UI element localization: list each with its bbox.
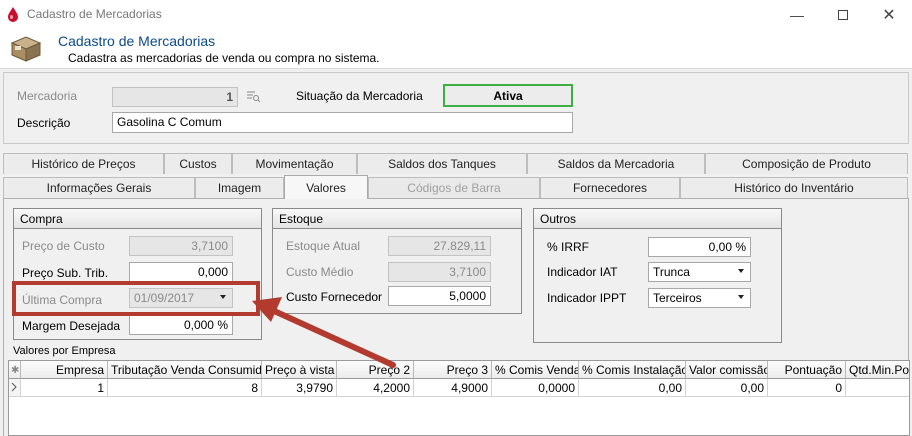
cell-preco-vista[interactable]: 3,9790	[262, 379, 337, 397]
svg-text:✱: ✱	[11, 365, 19, 376]
tab-codigos-barra[interactable]: Códigos de Barra	[368, 177, 540, 198]
cell-qtd-min[interactable]	[846, 379, 909, 397]
preco-custo-field: 3,7100	[129, 236, 233, 256]
box-icon	[10, 36, 42, 62]
tab-saldos-tanques[interactable]: Saldos dos Tanques	[357, 153, 527, 174]
col-comis-venda[interactable]: % Comis Venda	[492, 361, 579, 379]
page-subtitle: Cadastra as mercadorias de venda ou comp…	[68, 51, 380, 65]
col-preco-2[interactable]: Preço 2	[337, 361, 414, 379]
preco-sub-trib-label: Preço Sub. Trib.	[22, 266, 109, 280]
indicador-ippt-select[interactable]: Terceiros	[648, 288, 751, 308]
custo-fornecedor-label: Custo Fornecedor	[286, 290, 383, 304]
window-title: Cadastro de Mercadorias	[27, 7, 162, 21]
page-title: Cadastro de Mercadorias	[58, 33, 216, 49]
valores-empresa-title: Valores por Empresa	[13, 345, 116, 357]
mercadoria-code-field: 1	[112, 87, 238, 107]
tab-imagem[interactable]: Imagem	[195, 177, 284, 198]
cell-pontuacao[interactable]: 0	[768, 379, 846, 397]
descricao-input[interactable]: Gasolina C Comum	[112, 112, 573, 133]
situacao-status-button[interactable]: Ativa	[443, 84, 573, 107]
minimize-icon[interactable]: —	[774, 0, 820, 29]
window-titlebar: Cadastro de Mercadorias — ✕	[0, 0, 912, 29]
custo-medio-field: 3,7100	[388, 262, 491, 282]
col-valor-comissao[interactable]: Valor comissão	[686, 361, 768, 379]
tab-movimentacao[interactable]: Movimentação	[232, 153, 357, 174]
margem-desejada-input[interactable]: 0,000 %	[129, 315, 233, 335]
irrf-label: % IRRF	[547, 240, 589, 254]
cell-preco-3[interactable]: 4,9000	[414, 379, 492, 397]
col-preco-vista[interactable]: Preço à vista	[262, 361, 337, 379]
margem-desejada-label: Margem Desejada	[22, 319, 121, 333]
tab-custos[interactable]: Custos	[164, 153, 232, 174]
preco-custo-label: Preço de Custo	[22, 239, 105, 253]
chevron-down-icon[interactable]	[738, 269, 744, 273]
tab-historico-precos[interactable]: Histórico de Preços	[3, 153, 164, 174]
col-comis-instalacao[interactable]: % Comis Instalação	[579, 361, 686, 379]
tab-saldos-mercadoria[interactable]: Saldos da Mercadoria	[527, 153, 705, 174]
mercadoria-panel	[3, 72, 909, 144]
row-pointer-icon	[11, 382, 17, 392]
col-qtd-min[interactable]: Qtd.Min.Po	[846, 361, 909, 379]
estoque-atual-field: 27.829,11	[388, 236, 491, 256]
cell-tributacao[interactable]: 8	[108, 379, 262, 397]
indicador-iat-select[interactable]: Trunca	[648, 262, 751, 282]
highlight-box	[12, 281, 260, 316]
col-pontuacao[interactable]: Pontuação	[768, 361, 846, 379]
estoque-group-title: Estoque	[273, 209, 521, 229]
app-drop-icon	[8, 7, 18, 22]
cell-comis-venda[interactable]: 0,0000	[492, 379, 579, 397]
custo-medio-label: Custo Médio	[286, 265, 354, 279]
tab-fornecedores[interactable]: Fornecedores	[540, 177, 680, 198]
col-tributacao[interactable]: Tributação Venda Consumidor	[108, 361, 262, 379]
descricao-label: Descrição	[17, 116, 71, 130]
page-header: Cadastro de Mercadorias Cadastra as merc…	[0, 29, 912, 69]
chevron-down-icon[interactable]	[738, 295, 744, 299]
outros-group-title: Outros	[534, 209, 781, 229]
estoque-atual-label: Estoque Atual	[286, 239, 361, 253]
maximize-icon[interactable]	[820, 0, 866, 29]
compra-group-title: Compra	[14, 209, 261, 229]
grid-corner-header: ✱	[9, 361, 21, 379]
tab-informacoes-gerais[interactable]: Informações Gerais	[3, 177, 195, 198]
cell-empresa[interactable]: 1	[21, 379, 108, 397]
indicador-ippt-label: Indicador IPPT	[547, 291, 627, 305]
close-icon[interactable]: ✕	[866, 0, 912, 29]
cell-comis-instalacao[interactable]: 0,00	[579, 379, 686, 397]
tab-valores[interactable]: Valores	[284, 175, 368, 199]
indicador-ippt-value: Terceiros	[653, 291, 702, 305]
cell-preco-2[interactable]: 4,2000	[337, 379, 414, 397]
preco-sub-trib-input[interactable]: 0,000	[129, 262, 233, 282]
tab-historico-inventario[interactable]: Histórico do Inventário	[680, 177, 908, 198]
col-preco-3[interactable]: Preço 3	[414, 361, 492, 379]
col-empresa[interactable]: Empresa	[21, 361, 108, 379]
tab-composicao-produto[interactable]: Composição de Produto	[705, 153, 908, 174]
custo-fornecedor-input[interactable]: 5,0000	[388, 286, 491, 306]
cell-valor-comissao[interactable]: 0,00	[686, 379, 768, 397]
irrf-input[interactable]: 0,00 %	[648, 237, 751, 257]
indicador-iat-label: Indicador IAT	[547, 265, 618, 279]
mercadoria-label: Mercadoria	[17, 89, 78, 103]
situacao-label: Situação da Mercadoria	[296, 89, 423, 103]
row-selector[interactable]	[9, 379, 21, 397]
valores-empresa-grid[interactable]: ✱ Empresa Tributação Venda Consumidor Pr…	[8, 360, 910, 436]
row-indicator-icon: ✱	[11, 365, 19, 376]
search-list-icon[interactable]	[245, 88, 261, 104]
indicador-iat-value: Trunca	[653, 265, 690, 279]
